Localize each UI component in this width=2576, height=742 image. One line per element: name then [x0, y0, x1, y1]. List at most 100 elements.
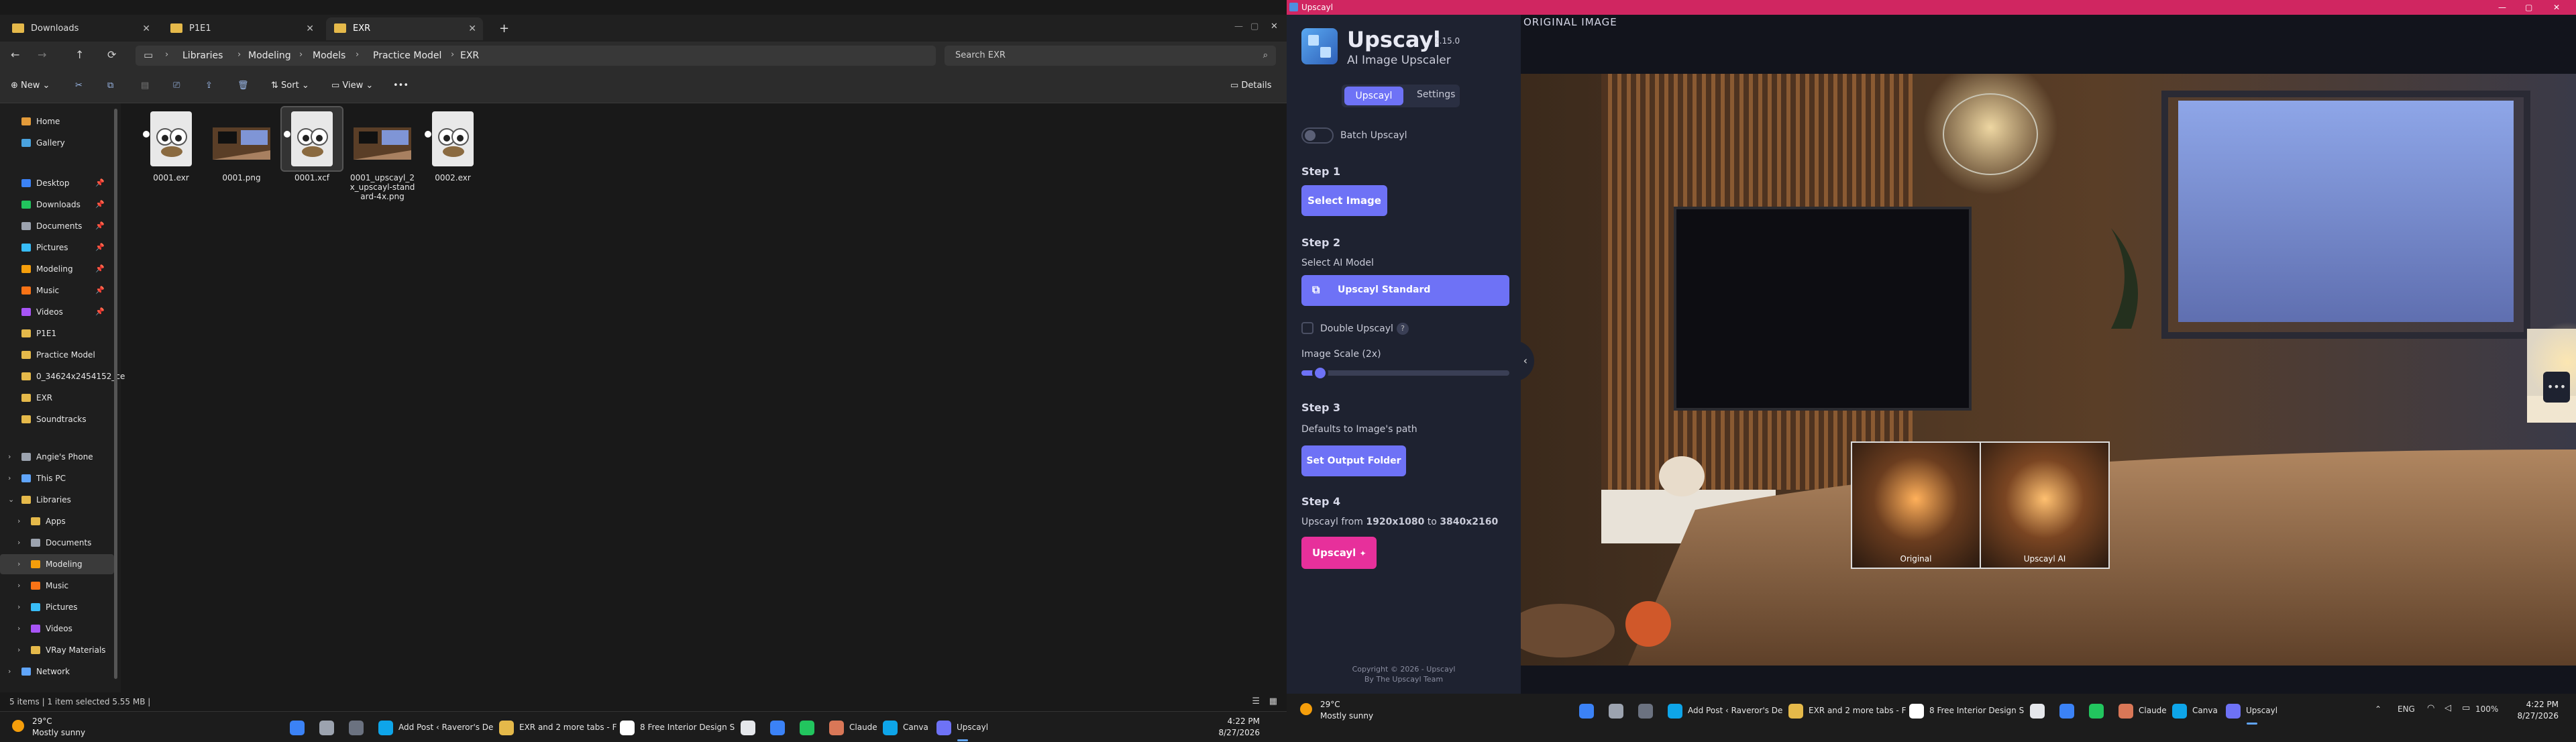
- upscayl-button[interactable]: Upscayl ✦: [1301, 537, 1377, 569]
- nav-item[interactable]: Music 📌: [0, 280, 114, 301]
- tab-upscayl[interactable]: Upscayl: [1344, 87, 1403, 105]
- navigation-scrollbar[interactable]: [114, 109, 117, 679]
- breadcrumb-practice-model[interactable]: Practice Model: [373, 50, 441, 61]
- close-tab-icon[interactable]: ✕: [306, 17, 314, 40]
- nav-item[interactable]: Practice Model: [0, 345, 114, 365]
- breadcrumb-libraries[interactable]: Libraries: [182, 50, 223, 61]
- nav-item[interactable]: Videos 📌: [0, 302, 114, 322]
- volume-icon[interactable]: ◁: [2445, 703, 2451, 713]
- wifi-icon[interactable]: ◠: [2427, 703, 2434, 713]
- cut-icon[interactable]: ✂: [75, 81, 83, 91]
- tab-settings[interactable]: Settings: [1417, 89, 1455, 100]
- language-indicator[interactable]: ENG: [2398, 704, 2415, 714]
- nav-item[interactable]: › Documents: [0, 533, 114, 553]
- nav-item[interactable]: Soundtracks: [0, 409, 114, 429]
- taskbar-app[interactable]: [2089, 700, 2109, 721]
- share-icon[interactable]: ⇪: [205, 81, 213, 91]
- tray-chevron-icon[interactable]: ⌃: [2375, 704, 2381, 714]
- file-item[interactable]: 0001.png: [208, 107, 275, 182]
- nav-item[interactable]: 0_34624x2454152_ce: [0, 366, 125, 386]
- nav-item[interactable]: P1E1: [0, 323, 114, 343]
- taskbar-app[interactable]: [290, 717, 310, 737]
- forward-arrow-icon[interactable]: →: [38, 48, 46, 61]
- details-button[interactable]: ▭ Details: [1230, 81, 1272, 91]
- taskbar-app[interactable]: Upscayl: [2226, 700, 2277, 725]
- chevron-icon[interactable]: ›: [17, 576, 20, 596]
- chevron-icon[interactable]: ›: [8, 468, 11, 488]
- maximize-button[interactable]: ▢: [2525, 0, 2532, 15]
- nav-item[interactable]: Home: [0, 111, 114, 131]
- nav-item[interactable]: › Videos: [0, 619, 114, 639]
- nav-item[interactable]: Downloads 📌: [0, 195, 114, 215]
- file-item[interactable]: 0001_upscayl_2x_upscayl-standard-4x.png: [349, 107, 416, 201]
- chevron-icon[interactable]: ›: [17, 533, 20, 553]
- select-image-button[interactable]: Select Image: [1301, 185, 1387, 216]
- taskbar-app[interactable]: Canva: [2172, 700, 2218, 721]
- nav-item[interactable]: › Music: [0, 576, 114, 596]
- taskbar-app[interactable]: Add Post ‹ Raveror's De: [1668, 700, 1782, 721]
- weather-widget[interactable]: 29°C Mostly sunny: [32, 716, 85, 739]
- taskbar-app[interactable]: [741, 717, 761, 737]
- taskbar-app[interactable]: [1579, 700, 1599, 721]
- more-options-button[interactable]: •••: [2543, 372, 2570, 403]
- new-tab-button[interactable]: +: [492, 17, 515, 40]
- tiles-view-icon[interactable]: ▦: [1269, 692, 1277, 711]
- nav-item[interactable]: › Network: [0, 661, 114, 682]
- rename-icon[interactable]: ⎚: [173, 81, 180, 91]
- nav-item[interactable]: › Apps: [0, 511, 114, 531]
- taskbar-app[interactable]: [319, 717, 339, 737]
- weather-widget[interactable]: 29°C Mostly sunny: [1320, 699, 1373, 722]
- nav-item[interactable]: Pictures 📌: [0, 237, 114, 258]
- slider-handle[interactable]: [1311, 365, 1328, 381]
- back-arrow-icon[interactable]: ←: [11, 48, 19, 61]
- nav-item[interactable]: EXR: [0, 388, 114, 408]
- nav-item[interactable]: Documents 📌: [0, 216, 114, 236]
- comparison-divider[interactable]: [1980, 443, 1981, 568]
- minimize-button[interactable]: —: [1234, 21, 1243, 32]
- breadcrumb-exr[interactable]: EXR: [460, 50, 479, 61]
- batch-upscayl-toggle[interactable]: [1301, 127, 1334, 144]
- new-button[interactable]: ⊕ New ⌄: [11, 81, 50, 91]
- taskbar-app[interactable]: [2030, 700, 2050, 721]
- taskbar-app[interactable]: EXR and 2 more tabs - F: [1788, 700, 1906, 721]
- paste-icon[interactable]: ▤: [141, 81, 149, 91]
- minimize-button[interactable]: —: [2498, 0, 2506, 15]
- taskbar-app[interactable]: [800, 717, 820, 737]
- taskbar-app[interactable]: [2059, 700, 2080, 721]
- taskbar-app[interactable]: [1638, 700, 1658, 721]
- ai-model-select[interactable]: ⧉ Upscayl Standard: [1301, 275, 1509, 306]
- taskbar-app[interactable]: Canva: [883, 717, 928, 737]
- up-arrow-icon[interactable]: ↑: [75, 48, 84, 61]
- breadcrumb-models[interactable]: Models: [313, 50, 345, 61]
- taskbar-app[interactable]: 8 Free Interior Design S: [1909, 700, 2024, 721]
- search-input[interactable]: Search EXR ⌕: [945, 46, 1276, 66]
- taskbar-app[interactable]: [1609, 700, 1629, 721]
- close-window-button[interactable]: ✕: [2553, 0, 2560, 15]
- chevron-icon[interactable]: ›: [17, 554, 20, 574]
- copy-icon[interactable]: ⧉: [107, 81, 113, 91]
- details-view-icon[interactable]: ☰: [1252, 692, 1260, 711]
- taskbar-app[interactable]: 8 Free Interior Design S: [620, 717, 735, 737]
- chevron-icon[interactable]: ›: [8, 661, 11, 682]
- breadcrumb-modeling[interactable]: Modeling: [248, 50, 291, 61]
- taskbar-app[interactable]: [770, 717, 790, 737]
- image-scale-slider[interactable]: [1301, 365, 1509, 381]
- taskbar-app[interactable]: Add Post ‹ Raveror's De: [378, 717, 493, 737]
- chevron-icon[interactable]: ›: [17, 597, 20, 617]
- sort-button[interactable]: ⇅ Sort ⌄: [271, 81, 309, 91]
- address-bar[interactable]: ▭ › Libraries › Modeling › Models › Prac…: [136, 46, 936, 66]
- system-clock[interactable]: 4:22 PM 8/27/2026: [2494, 699, 2559, 722]
- chevron-icon[interactable]: ›: [17, 511, 20, 531]
- taskbar-app[interactable]: Claude: [829, 717, 877, 737]
- file-item[interactable]: 0002.exr: [419, 107, 486, 182]
- help-icon[interactable]: ?: [1397, 323, 1409, 335]
- tab-downloads[interactable]: Downloads ✕: [4, 17, 157, 40]
- refresh-icon[interactable]: ⟳: [107, 48, 116, 61]
- file-item[interactable]: 0001.xcf: [278, 106, 345, 182]
- maximize-button[interactable]: ▢: [1250, 21, 1258, 32]
- view-button[interactable]: ▭ View ⌄: [331, 81, 373, 91]
- chevron-icon[interactable]: ›: [8, 447, 11, 467]
- nav-item[interactable]: › Angie's Phone: [0, 447, 114, 467]
- close-window-button[interactable]: ✕: [1271, 21, 1278, 32]
- close-tab-icon[interactable]: ✕: [142, 17, 150, 40]
